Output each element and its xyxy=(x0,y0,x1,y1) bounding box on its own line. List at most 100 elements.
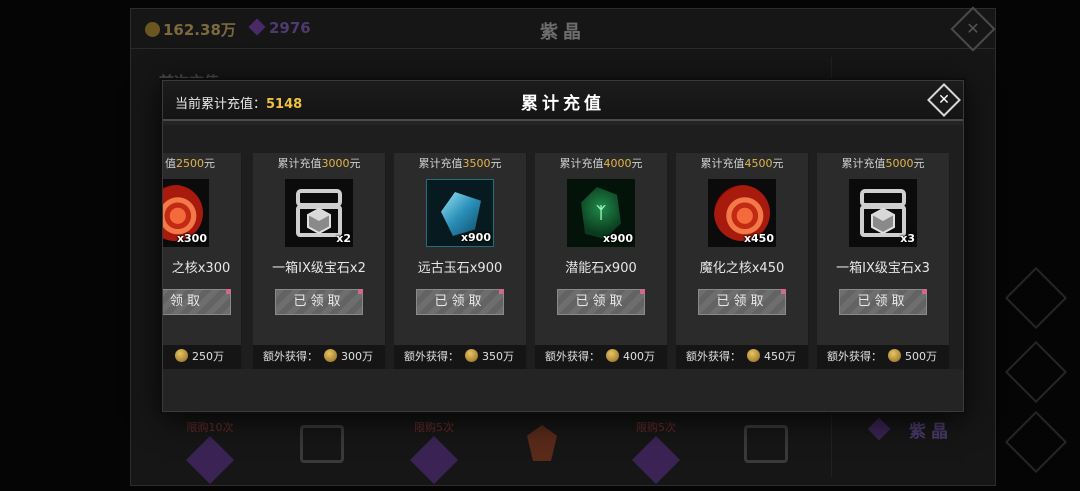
tier-suffix: 元 xyxy=(349,157,361,170)
reward-tier-card: 值2500元 x300 之核x300 领取 250万 xyxy=(163,153,242,369)
reward-name: 一箱IX级宝石x3 xyxy=(836,261,930,276)
reward-name: 远古玉石x900 xyxy=(417,261,503,276)
reward-tier-card: 累计充值3000元 x2 一箱IX级宝石x2 已领取 额外获得： 300万 xyxy=(253,153,386,369)
bonus-label: 额外获得： xyxy=(827,350,882,363)
tier-amount: 2500 xyxy=(176,157,204,170)
tier-amount: 5000 xyxy=(885,157,914,170)
purple-gem-icon xyxy=(185,435,235,485)
bonus-label: 额外获得： xyxy=(263,350,318,363)
side-menu-button xyxy=(1004,410,1068,474)
side-gem-label: 紫晶 xyxy=(909,422,953,442)
modal-title: 累计充值 xyxy=(521,94,605,114)
background-top-bar: 162.38万 2976 紫晶 ✕ xyxy=(131,6,996,52)
side-menu-button xyxy=(1004,266,1068,330)
tier-suffix: 元 xyxy=(204,157,215,170)
cumulative-recharge-modal: 当前累计充值：5148 累计充值 ✕ 值2500元 x300 之核x300 领取… xyxy=(162,80,964,412)
claimed-button[interactable]: 已领取 xyxy=(416,289,504,315)
tier-prefix: 累计充值 xyxy=(559,157,604,170)
bonus-row: 额外获得： 400万 xyxy=(535,345,667,369)
background-shop-item xyxy=(507,419,577,489)
bonus-value: 350万 xyxy=(482,350,514,363)
reward-quantity: x900 xyxy=(460,231,491,244)
reward-icon-box[interactable]: x300 xyxy=(163,179,209,247)
background-shop-item: 限购5次 xyxy=(621,419,691,489)
reward-quantity: x3 xyxy=(900,232,915,245)
claim-button[interactable]: 领取 xyxy=(163,289,231,315)
reward-quantity: x900 xyxy=(602,232,633,245)
bonus-value: 450万 xyxy=(764,350,796,363)
limit-tag: 限购5次 xyxy=(414,421,454,434)
bonus-row: 额外获得： 300万 xyxy=(253,345,385,369)
gold-coin-icon xyxy=(747,349,760,362)
reward-tier-list[interactable]: 值2500元 x300 之核x300 领取 250万 累计充值3000元 x2 … xyxy=(163,125,963,369)
reward-icon-box[interactable]: x2 xyxy=(285,179,353,247)
reward-icon-box[interactable]: ᛉ x900 xyxy=(567,179,635,247)
purple-gem-icon xyxy=(631,435,681,485)
tier-threshold: 累计充值3000元 xyxy=(253,153,385,175)
tier-threshold: 累计充值4500元 xyxy=(676,153,808,175)
tier-prefix: 累计充值 xyxy=(277,157,322,170)
tier-amount: 4000 xyxy=(603,157,632,170)
bonus-row: 额外获得： 350万 xyxy=(394,345,526,369)
gold-coin-icon xyxy=(606,349,619,362)
tier-prefix: 值 xyxy=(165,157,176,170)
modal-header: 当前累计充值：5148 累计充值 ✕ xyxy=(163,81,963,121)
limit-tag: 限购10次 xyxy=(186,421,234,434)
gold-coin-icon xyxy=(175,349,188,362)
tier-suffix: 元 xyxy=(490,157,502,170)
reward-icon-box[interactable]: x450 xyxy=(708,179,776,247)
claimed-button[interactable]: 已领取 xyxy=(698,289,786,315)
side-menu-button xyxy=(1004,340,1068,404)
tier-amount: 3000 xyxy=(321,157,350,170)
tier-suffix: 元 xyxy=(772,157,784,170)
tier-suffix: 元 xyxy=(913,157,925,170)
reward-icon-box[interactable]: x900 xyxy=(426,179,494,247)
tier-threshold: 累计充值4000元 xyxy=(535,153,667,175)
reward-icon-box[interactable]: x3 xyxy=(849,179,917,247)
reward-quantity: x300 xyxy=(176,232,207,245)
limit-tag: 限购5次 xyxy=(636,421,676,434)
bonus-row: 额外获得： 500万 xyxy=(817,345,949,369)
gold-coin-icon xyxy=(465,349,478,362)
purple-gem-icon xyxy=(409,435,459,485)
close-icon: ✕ xyxy=(938,92,950,108)
chest-icon xyxy=(744,425,788,463)
background-shop-item xyxy=(287,419,357,489)
background-close-icon: ✕ xyxy=(950,6,996,52)
claimed-button[interactable]: 已领取 xyxy=(557,289,645,315)
tier-suffix: 元 xyxy=(631,157,643,170)
claimed-button[interactable]: 已领取 xyxy=(275,289,363,315)
gold-coin-icon xyxy=(888,349,901,362)
reward-name: 一箱IX级宝石x2 xyxy=(272,261,366,276)
bonus-row: 250万 xyxy=(163,345,241,369)
background-shop-item: 限购10次 xyxy=(175,419,245,489)
tier-threshold: 累计充值3500元 xyxy=(394,153,526,175)
reward-name: 潜能石x900 xyxy=(565,261,637,276)
reward-tier-card: 累计充值4000元 ᛉ x900 潜能石x900 已领取 额外获得： 400万 xyxy=(535,153,668,369)
background-title: 紫晶 xyxy=(540,22,586,43)
bonus-row: 额外获得： 450万 xyxy=(676,345,808,369)
bonus-value: 500万 xyxy=(905,350,937,363)
reward-tier-card: 累计充值4500元 x450 魔化之核x450 已领取 额外获得： 450万 xyxy=(676,153,809,369)
tier-amount: 4500 xyxy=(744,157,773,170)
claimed-button[interactable]: 已领取 xyxy=(839,289,927,315)
background-shop-item: 限购5次 xyxy=(399,419,469,489)
chest-icon xyxy=(300,425,344,463)
tier-threshold: 值2500元 xyxy=(163,153,241,175)
bonus-label: 额外获得： xyxy=(686,350,741,363)
reward-tier-card: 累计充值3500元 x900 远古玉石x900 已领取 额外获得： 350万 xyxy=(394,153,527,369)
reward-name: 魔化之核x450 xyxy=(699,261,785,276)
bonus-label: 额外获得： xyxy=(404,350,459,363)
tier-prefix: 累计充值 xyxy=(700,157,745,170)
reward-name: 之核x300 xyxy=(171,261,231,276)
shard-icon xyxy=(527,425,557,461)
tier-prefix: 累计充值 xyxy=(841,157,886,170)
gold-coin-icon xyxy=(324,349,337,362)
ancient-jade-icon xyxy=(441,192,481,236)
reward-quantity: x2 xyxy=(336,232,351,245)
tier-threshold: 累计充值5000元 xyxy=(817,153,949,175)
reward-tier-card: 累计充值5000元 x3 一箱IX级宝石x3 已领取 额外获得： 500万 xyxy=(817,153,950,369)
tier-prefix: 累计充值 xyxy=(418,157,463,170)
background-shop-item xyxy=(731,419,801,489)
tier-amount: 3500 xyxy=(462,157,491,170)
